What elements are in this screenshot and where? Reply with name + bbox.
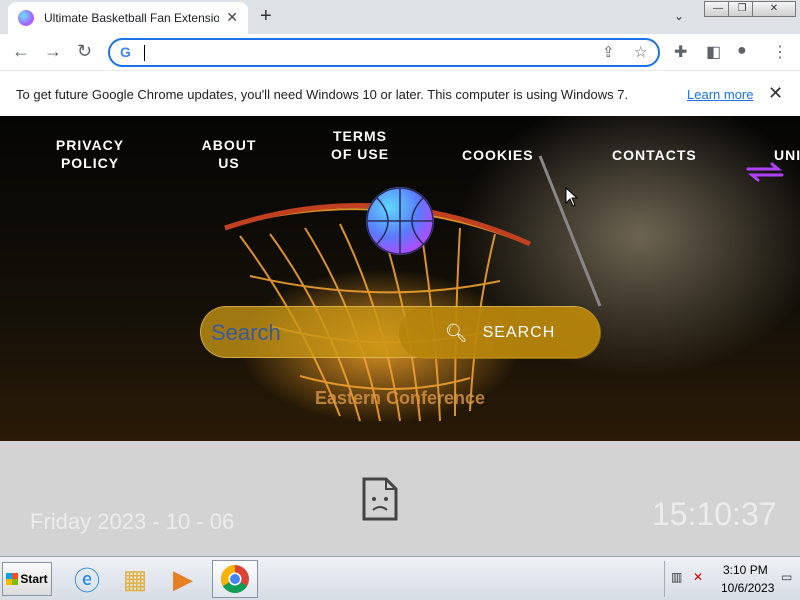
tab-title: Ultimate Basketball Fan Extension — [44, 11, 219, 25]
browser-tab[interactable]: Ultimate Basketball Fan Extension ✕ — [8, 2, 248, 34]
window-close-button[interactable]: ✕ — [752, 1, 796, 17]
start-label: Start — [20, 572, 48, 586]
network-icon[interactable]: ▥ — [671, 570, 682, 584]
share-icon[interactable]: ⇪ — [602, 43, 615, 61]
broken-image-icon — [362, 477, 398, 521]
magnifier-icon: 🔍︎ — [444, 322, 469, 343]
time-display: 15:10:37 — [652, 496, 777, 532]
internet-explorer-icon[interactable]: ⓔ — [64, 560, 110, 598]
search-input[interactable]: Search — [211, 320, 281, 346]
show-desktop-icon[interactable]: ▭ — [781, 570, 792, 584]
tray-time[interactable]: 3:10 PM — [723, 563, 768, 577]
infobar-message: To get future Google Chrome updates, you… — [16, 87, 629, 102]
back-arrow-icon[interactable]: ← — [12, 41, 30, 62]
forward-arrow-icon[interactable]: → — [44, 41, 62, 62]
conference-label: Eastern Conference — [314, 388, 486, 408]
bookmark-star-icon[interactable]: ☆ — [634, 43, 647, 61]
menu-kebab-icon[interactable]: ⋮ — [772, 42, 788, 62]
hero-background: PRIVACY POLICY ABOUT US TERMS OF USE COO… — [0, 116, 800, 441]
tab-close-icon[interactable]: ✕ — [226, 9, 238, 26]
basketball-logo-icon — [366, 187, 434, 255]
lower-panel: Friday 2023 - 10 - 06 15:10:37 — [0, 441, 800, 556]
infobar-close-icon[interactable]: ✕ — [768, 83, 783, 104]
nav-about-us[interactable]: ABOUT US — [196, 136, 262, 172]
reload-icon[interactable]: ↻ — [77, 41, 92, 62]
nav-privacy-policy[interactable]: PRIVACY POLICY — [52, 136, 128, 172]
browser-titlebar: Ultimate Basketball Fan Extension ✕ + ⌄ … — [0, 0, 800, 34]
mouse-cursor-icon — [565, 187, 579, 207]
media-player-icon[interactable]: ▶ — [160, 560, 206, 598]
nav-terms-of-use[interactable]: TERMS OF USE — [330, 127, 390, 163]
learn-more-link[interactable]: Learn more — [687, 87, 753, 102]
date-display: Friday 2023 - 10 - 06 — [30, 509, 235, 534]
google-g-icon: G — [120, 44, 131, 60]
system-tray: ▥ ✕ 3:10 PM 10/6/2023 ▭ — [664, 561, 798, 597]
nav-contacts[interactable]: CONTACTS — [612, 146, 697, 164]
start-button[interactable]: Start — [2, 562, 52, 596]
search-button-label: SEARCH — [482, 324, 556, 341]
search-bar: Search 🔍︎ SEARCH — [200, 306, 601, 359]
new-tab-button[interactable]: + — [260, 5, 272, 28]
extensions-puzzle-icon[interactable]: ✚ — [674, 42, 687, 62]
windows-flag-icon — [6, 573, 19, 585]
swap-arrows-icon[interactable] — [744, 161, 786, 183]
tray-date[interactable]: 10/6/2023 — [721, 581, 774, 595]
address-bar[interactable]: G ⇪ ☆ — [108, 38, 660, 67]
windows-taskbar: Start ⓔ ▦ ▶ ▥ ✕ 3:10 PM 10/6/2023 ▭ — [0, 556, 800, 600]
search-button[interactable]: 🔍︎ SEARCH — [399, 307, 601, 359]
file-explorer-folder-icon[interactable]: ▦ — [112, 560, 158, 598]
volume-muted-icon[interactable]: ✕ — [693, 570, 703, 584]
update-infobar: To get future Google Chrome updates, you… — [0, 70, 800, 116]
extension-favicon-icon — [18, 10, 34, 26]
browser-toolbar: ← → ↻ G ⇪ ☆ ✚ ◧ ● ⋮ — [0, 34, 800, 70]
side-panel-icon[interactable]: ◧ — [706, 42, 721, 62]
chrome-taskbar-icon[interactable] — [212, 560, 258, 598]
nav-cookies[interactable]: COOKIES — [462, 146, 534, 164]
text-caret — [144, 45, 145, 61]
profile-avatar-icon[interactable]: ● — [737, 42, 747, 60]
tab-search-chevron-icon[interactable]: ⌄ — [674, 9, 684, 23]
